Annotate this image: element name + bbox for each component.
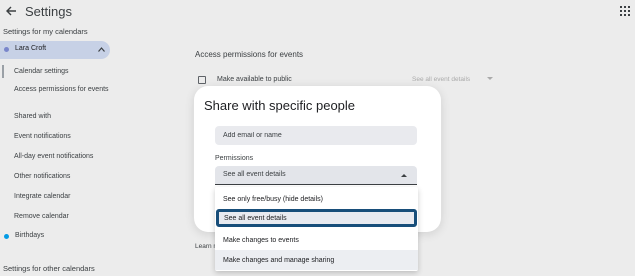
access-permissions-heading: Access permissions for events — [195, 50, 304, 59]
calendar-item-birthdays[interactable]: Birthdays — [0, 230, 110, 244]
apps-grid-icon[interactable] — [620, 6, 630, 16]
option-label: Make changes to events — [223, 236, 299, 244]
option-label: Make changes and manage sharing — [223, 256, 335, 264]
caret-up-icon — [401, 174, 407, 177]
public-checkbox[interactable] — [198, 76, 206, 84]
permissions-menu: See only free/busy (hide details) See al… — [215, 187, 418, 271]
calendar-color-dot — [4, 47, 9, 52]
public-label: Make available to public — [217, 76, 292, 83]
birthdays-label: Birthdays — [15, 232, 45, 239]
sidebar-item-all-day-notifications[interactable]: All-day event notifications — [14, 152, 110, 161]
birthdays-color-dot — [4, 234, 9, 239]
sidebar-item-event-notifications[interactable]: Event notifications — [14, 132, 110, 141]
permissions-value: See all event details — [223, 171, 286, 178]
public-permission-value: See all event details — [412, 75, 471, 83]
option-make-changes[interactable]: Make changes to events — [215, 230, 418, 250]
my-calendars-heading: Settings for my calendars — [3, 27, 88, 36]
arrow-left-icon[interactable] — [4, 4, 18, 18]
page-title: Settings — [25, 4, 72, 19]
option-manage-sharing[interactable]: Make changes and manage sharing — [215, 250, 418, 270]
permissions-label: Permissions — [215, 155, 254, 162]
sidebar-item-access-permissions[interactable]: Access permissions for events — [14, 85, 110, 94]
calendar-name: Lara Croft — [15, 45, 47, 52]
permissions-select[interactable]: See all event details — [215, 166, 417, 185]
sidebar-item-remove-calendar[interactable]: Remove calendar — [14, 212, 110, 221]
sidebar-item-other-notifications[interactable]: Other notifications — [14, 172, 110, 181]
option-free-busy[interactable]: See only free/busy (hide details) — [215, 189, 418, 209]
sidebar-item-shared-with[interactable]: Shared with — [14, 112, 110, 121]
sidebar-item-calendar-settings[interactable]: Calendar settings — [2, 65, 110, 78]
option-label: See only free/busy (hide details) — [223, 195, 323, 203]
option-label: See all event details — [224, 214, 287, 222]
settings-sidebar: Settings for my calendars Lara Croft Cal… — [0, 24, 115, 276]
dialog-title: Share with specific people — [204, 98, 356, 113]
option-all-event-details[interactable]: See all event details — [216, 209, 417, 227]
calendar-item-lara-croft[interactable]: Lara Croft — [0, 41, 110, 59]
top-bar: Settings — [0, 0, 635, 24]
other-calendars-heading: Settings for other calendars — [3, 264, 95, 273]
sidebar-item-integrate-calendar[interactable]: Integrate calendar — [14, 192, 110, 201]
email-input[interactable] — [215, 126, 417, 145]
caret-down-icon — [487, 77, 493, 80]
chevron-up-icon — [98, 47, 105, 52]
